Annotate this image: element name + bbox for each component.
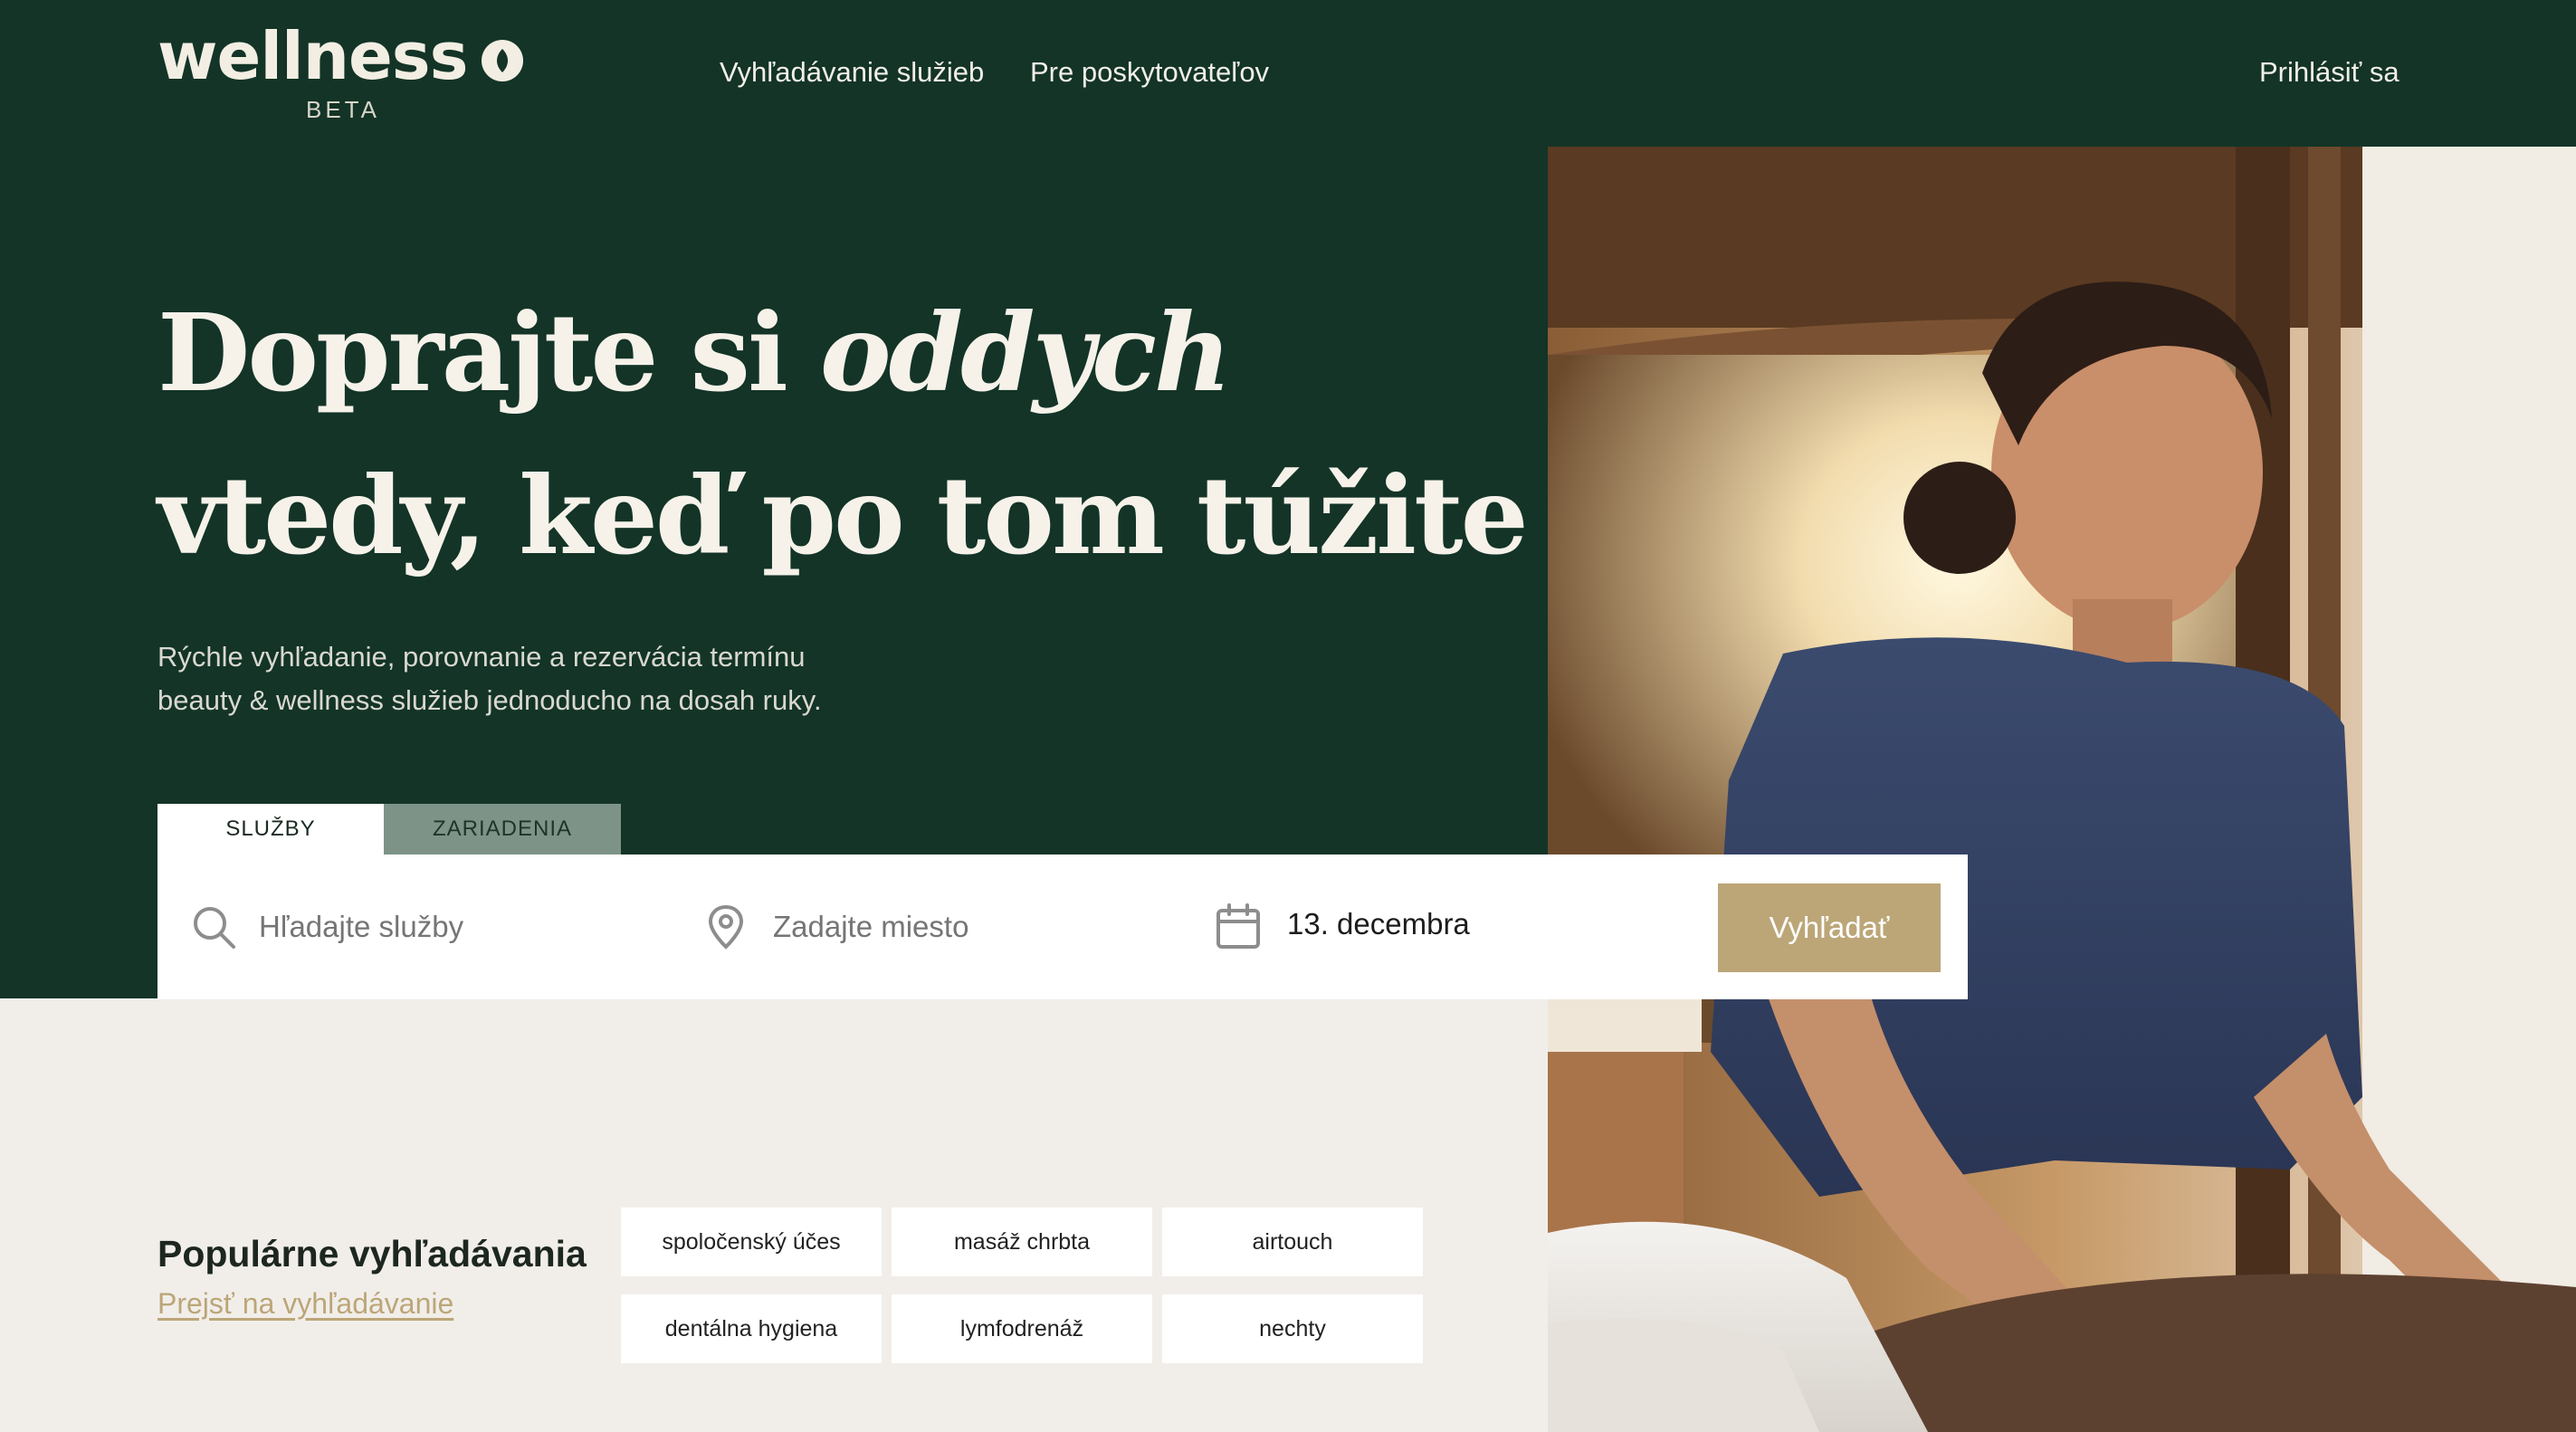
hero-subtitle: Rýchle vyhľadanie, porovnanie a rezervác… <box>157 635 972 722</box>
search-icon <box>194 907 235 949</box>
nav-link-providers[interactable]: Pre poskytovateľov <box>1030 56 1269 89</box>
headline-line1-text: Doprajte si <box>157 290 820 415</box>
logo[interactable]: wellness BETA <box>157 24 529 132</box>
logo-wordmark: wellness <box>157 18 469 94</box>
headline-emphasis: oddych <box>819 290 1232 415</box>
popular-chip[interactable]: airtouch <box>1162 1208 1423 1276</box>
date-picker[interactable]: 13. decembra <box>1287 907 1470 941</box>
hero-headline: Doprajte si oddych vtedy, keď po tom túž… <box>157 272 1560 597</box>
subtitle-line1: Rýchle vyhľadanie, porovnanie a rezervác… <box>157 641 806 673</box>
tab-venues[interactable]: ZARIADENIA <box>384 804 621 854</box>
nav-link-service-search[interactable]: Vyhľadávanie služieb <box>720 56 984 89</box>
popular-searches-title: Populárne vyhľadávania <box>157 1233 587 1274</box>
calendar-icon <box>1216 903 1260 949</box>
popular-chip[interactable]: lymfodrenáž <box>892 1294 1152 1363</box>
beta-badge: BETA <box>306 96 380 123</box>
hero-photo-illustration <box>1548 147 2576 1432</box>
search-bar: 13. decembra Vyhľadať <box>157 854 1968 999</box>
popular-chip[interactable]: masáž chrbta <box>892 1208 1152 1276</box>
logo-leaf-icon <box>482 40 523 81</box>
location-input[interactable] <box>773 907 1171 947</box>
login-link[interactable]: Prihlásiť sa <box>2259 56 2399 89</box>
tab-services[interactable]: SLUŽBY <box>157 804 384 854</box>
popular-chip[interactable]: dentálna hygiena <box>621 1294 882 1363</box>
go-to-search-link[interactable]: Prejsť na vyhľadávanie <box>157 1287 453 1321</box>
location-pin-icon <box>708 904 744 950</box>
subtitle-line2: beauty & wellness služieb jednoducho na … <box>157 684 822 716</box>
headline-line2-text: vtedy, keď po tom túžite <box>157 453 1529 578</box>
popular-chip[interactable]: nechty <box>1162 1294 1423 1363</box>
service-search-input[interactable] <box>259 907 657 947</box>
search-button[interactable]: Vyhľadať <box>1718 883 1941 972</box>
popular-chip[interactable]: spoločenský účes <box>621 1208 882 1276</box>
hero-massage-photo <box>1548 147 2576 1432</box>
